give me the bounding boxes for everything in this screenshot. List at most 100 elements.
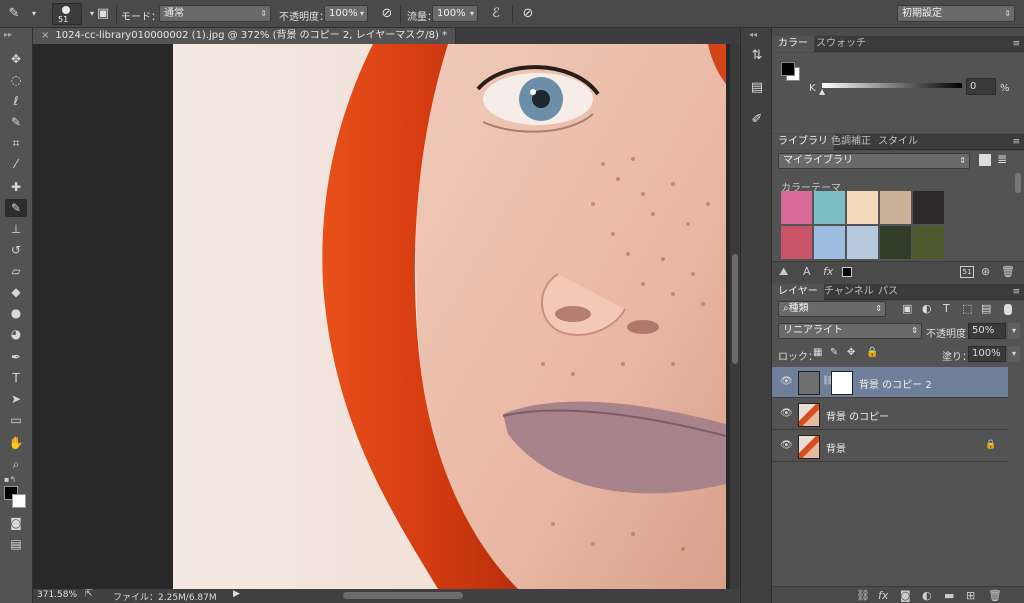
brush-tool-icon[interactable]: ✎ — [5, 199, 27, 217]
history-brush-tool-icon[interactable]: ↺ — [5, 241, 27, 259]
lock-transparent-icon[interactable]: ▦ — [813, 347, 822, 358]
tablet-pressure-size-icon[interactable]: ⊘ — [518, 4, 538, 24]
tab-swatches[interactable]: スウォッチ — [810, 36, 872, 52]
smart-object-filter-icon[interactable]: ▤ — [981, 302, 991, 315]
panel-menu-icon[interactable]: ≡ — [1012, 134, 1020, 150]
status-menu-arrow-icon[interactable]: ▶ — [233, 589, 240, 599]
layer-opacity-field[interactable]: 50% — [968, 323, 1006, 339]
hand-tool-icon[interactable]: ✋ — [5, 434, 27, 452]
pixel-filter-icon[interactable]: ▣ — [902, 302, 912, 315]
zoom-tool-icon[interactable]: ⌕ — [5, 455, 27, 473]
paint-bucket-tool-icon[interactable]: ◆ — [5, 283, 27, 301]
lock-position-icon[interactable]: ✥ — [847, 347, 855, 358]
add-graphic-icon[interactable]: ⛰ — [779, 265, 788, 279]
tab-styles[interactable]: スタイル — [872, 134, 924, 150]
move-tool-icon[interactable]: ✥ — [5, 50, 27, 68]
vertical-scrollbar[interactable] — [730, 44, 740, 589]
panel-menu-icon[interactable]: ≡ — [1012, 36, 1020, 52]
k-slider[interactable] — [822, 83, 962, 88]
add-layer-style-icon[interactable]: fx — [823, 265, 833, 278]
slider-handle-icon[interactable]: ▲ — [819, 87, 825, 96]
add-color-icon[interactable] — [842, 267, 852, 277]
clone-stamp-tool-icon[interactable]: ⊥ — [5, 220, 27, 238]
adjustment-filter-icon[interactable]: ◐ — [922, 302, 932, 315]
document-tab[interactable]: × 1024-cc-library010000002 (1).jpg @ 372%… — [33, 28, 457, 44]
layer-row[interactable]: 👁 ⛓ 背景 のコピー 2 — [772, 367, 1008, 398]
history-panel-icon[interactable]: ⇅ — [747, 46, 767, 66]
zoom-status[interactable]: 371.58% — [37, 590, 77, 600]
pen-tool-icon[interactable]: ✒ — [5, 348, 27, 366]
new-group-icon[interactable]: ▬ — [944, 589, 954, 602]
brush-panel-toggle-icon[interactable]: ▣ — [93, 4, 113, 24]
visibility-eye-icon[interactable]: 👁 — [780, 408, 793, 419]
layer-mask-thumbnail[interactable] — [831, 371, 853, 395]
shape-filter-icon[interactable]: ⬚ — [962, 302, 972, 315]
library-select[interactable]: マイライブラリ ⇕ — [778, 153, 970, 169]
marquee-tool-icon[interactable]: ◌ — [5, 71, 27, 89]
lasso-tool-icon[interactable]: ℓ — [5, 92, 27, 110]
export-icon[interactable]: ⇱ — [85, 589, 93, 599]
tool-preset-dropdown-icon[interactable]: ▾ — [24, 4, 44, 24]
opacity-field[interactable]: 100% ▾ — [324, 5, 368, 22]
list-view-icon[interactable]: ≣ — [997, 152, 1007, 166]
airbrush-icon[interactable]: ℰ — [486, 4, 506, 24]
add-character-style-icon[interactable]: A — [803, 265, 811, 278]
panel-menu-icon[interactable]: ≡ — [1012, 284, 1020, 300]
quick-mask-icon[interactable]: ◙ — [5, 514, 27, 532]
cc-sync-icon[interactable]: ⊛ — [981, 265, 990, 278]
add-mask-icon[interactable]: ◙ — [900, 589, 911, 602]
collapse-tools-icon[interactable]: ▸▸ — [4, 30, 12, 39]
color-swatch[interactable] — [781, 226, 812, 259]
layer-filter-select[interactable]: ⌕種類 ⇕ — [778, 301, 886, 317]
tab-layers[interactable]: レイヤー — [772, 284, 824, 300]
background-color-swatch[interactable] — [12, 494, 26, 508]
blur-tool-icon[interactable]: ● — [5, 304, 27, 322]
visibility-eye-icon[interactable]: 👁 — [780, 440, 793, 451]
link-layers-icon[interactable]: ⛓ — [856, 589, 870, 602]
type-tool-icon[interactable]: T — [5, 369, 27, 387]
color-swatch[interactable] — [913, 191, 944, 224]
blend-mode-select[interactable]: リニアライト ⇕ — [778, 323, 922, 339]
visibility-eye-icon[interactable]: 👁 — [780, 376, 793, 387]
color-swatch[interactable] — [847, 191, 878, 224]
rectangle-tool-icon[interactable]: ▭ — [5, 411, 27, 429]
color-swatch[interactable] — [880, 226, 911, 259]
k-value-field[interactable]: 0 — [966, 78, 996, 95]
close-icon[interactable]: × — [41, 30, 49, 41]
foreground-color-swatch[interactable] — [781, 62, 795, 76]
grid-view-icon[interactable] — [979, 154, 991, 166]
layer-style-icon[interactable]: fx — [878, 589, 888, 602]
tab-color[interactable]: カラー — [772, 36, 814, 52]
lock-all-icon[interactable]: 🔒 — [866, 347, 878, 358]
color-swatch[interactable] — [814, 226, 845, 259]
library-scrollbar-thumb[interactable] — [1015, 173, 1021, 193]
color-swatch[interactable] — [781, 191, 812, 224]
new-layer-icon[interactable]: ⊞ — [966, 589, 975, 602]
tab-channels[interactable]: チャンネル — [818, 284, 880, 300]
type-filter-icon[interactable]: T — [943, 302, 950, 315]
collapse-dock-icon[interactable]: ◂◂ — [749, 30, 757, 39]
brush-presets-icon[interactable]: ✐ — [747, 110, 767, 130]
eraser-tool-icon[interactable]: ▱ — [5, 262, 27, 280]
eyedropper-tool-icon[interactable]: ⁄ — [5, 155, 27, 173]
delete-layer-icon[interactable]: 🗑 — [988, 589, 1002, 602]
quick-selection-tool-icon[interactable]: ✎ — [5, 113, 27, 131]
lock-image-icon[interactable]: ✎ — [830, 347, 838, 358]
crop-tool-icon[interactable]: ⌗ — [5, 134, 27, 152]
horizontal-scrollbar-thumb[interactable] — [343, 592, 463, 599]
healing-brush-tool-icon[interactable]: ✚ — [5, 178, 27, 196]
tab-paths[interactable]: パス — [872, 284, 904, 300]
tablet-pressure-opacity-icon[interactable]: ⊘ — [377, 4, 397, 24]
default-colors-icon[interactable]: ▪↰ — [4, 475, 16, 484]
trash-icon[interactable]: 🗑 — [1001, 265, 1015, 278]
scrollbar-thumb[interactable] — [732, 254, 738, 364]
path-selection-tool-icon[interactable]: ➤ — [5, 390, 27, 408]
document-image[interactable] — [173, 44, 726, 589]
properties-panel-icon[interactable]: ▤ — [747, 78, 767, 98]
brush-tool-icon[interactable]: ✎ — [4, 4, 24, 24]
color-swatch[interactable] — [913, 226, 944, 259]
workspace-select[interactable]: 初期設定 ⇕ — [897, 5, 1015, 22]
layer-row[interactable]: 👁 背景 のコピー — [772, 399, 1008, 430]
fill-dropdown-icon[interactable]: ▾ — [1008, 346, 1020, 362]
color-swatch[interactable] — [880, 191, 911, 224]
